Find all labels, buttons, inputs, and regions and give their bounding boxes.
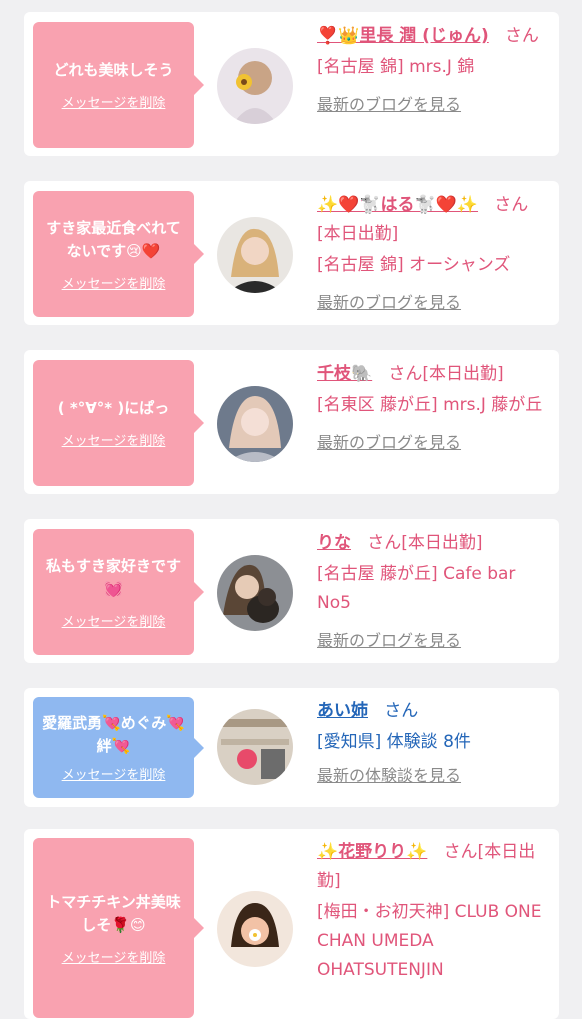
avatar[interactable] <box>217 48 293 124</box>
message-card: 私もすき家好きです💓 メッセージを削除 りな さん[本日出勤] [名古屋 藤が丘… <box>24 519 559 663</box>
latest-blog-link[interactable]: 最新のブログを見る <box>317 90 549 119</box>
delete-message-link[interactable]: メッセージを削除 <box>62 611 166 630</box>
message-text: ( *°∀°* )にぱっ <box>57 399 170 417</box>
shop-info: [名古屋 錦] mrs.J 錦 <box>317 57 475 77</box>
message-card: トマチチキン丼美味しそ🌹😊 メッセージを削除 ✨花野りり✨ さん[本日出勤] [… <box>24 829 559 1019</box>
cast-suffix: さん <box>384 701 419 721</box>
delete-message-link[interactable]: メッセージを削除 <box>62 764 166 783</box>
avatar[interactable] <box>217 555 293 631</box>
cast-info: ✨❤️🐩はる🐩❤️✨ さん[本日出勤] [名古屋 錦] オーシャンズ 最新のブロ… <box>317 191 549 317</box>
delete-message-link[interactable]: メッセージを削除 <box>62 947 166 966</box>
woman-with-dog-icon <box>217 555 293 631</box>
cast-name-link[interactable]: あい姉 <box>317 701 368 721</box>
delete-message-link[interactable]: メッセージを削除 <box>62 430 166 449</box>
store-shelves-photo-icon <box>217 709 293 785</box>
shop-info: [名古屋 錦] オーシャンズ <box>317 255 511 275</box>
cast-name-link[interactable]: ✨❤️🐩はる🐩❤️✨ <box>317 195 478 215</box>
message-text: 私もすき家好きです💓 <box>45 556 181 598</box>
latest-blog-link[interactable]: 最新のブログを見る <box>317 288 549 317</box>
message-card: ( *°∀°* )にぱっ メッセージを削除 千枝🐘 さん[本日出勤] [名東区 … <box>24 350 559 494</box>
cast-name-link[interactable]: りな <box>317 533 351 553</box>
message-card: 愛羅武勇💘めぐみ💘絆💘 メッセージを削除 あい姉 さん [愛知県] 体験談 8件… <box>24 688 559 807</box>
message-card: どれも美味しそう メッセージを削除 ❣️👑里長 潤 (じゅん) さん [名古屋 … <box>24 12 559 156</box>
message-bubble: ( *°∀°* )にぱっ メッセージを削除 <box>33 360 204 486</box>
message-bubble: 愛羅武勇💘めぐみ💘絆💘 メッセージを削除 <box>33 697 204 798</box>
cast-suffix: さん <box>504 26 539 46</box>
shop-info: [名東区 藤が丘] mrs.J 藤が丘 <box>317 395 543 415</box>
message-bubble: どれも美味しそう メッセージを削除 <box>33 22 204 148</box>
avatar[interactable] <box>217 709 293 785</box>
message-text: すき家最近食べれてないです😢❤️ <box>46 218 181 260</box>
cast-name-link[interactable]: 千枝🐘 <box>317 364 372 384</box>
avatar[interactable] <box>217 386 293 462</box>
cast-info: りな さん[本日出勤] [名古屋 藤が丘] Cafe bar No5 最新のブロ… <box>317 529 549 655</box>
cast-suffix: さん[本日出勤] <box>388 364 504 384</box>
shop-info: [梅田・お初天神] CLUB ONE CHAN UMEDA OHATSUTENJ… <box>317 902 542 980</box>
message-text: 愛羅武勇💘めぐみ💘絆💘 <box>42 714 185 755</box>
woman-portrait-flower-face-icon <box>217 891 293 967</box>
message-text: どれも美味しそう <box>53 61 174 79</box>
shop-info: [愛知県] 体験談 8件 <box>317 732 471 752</box>
cast-info: 千枝🐘 さん[本日出勤] [名東区 藤が丘] mrs.J 藤が丘 最新のブログを… <box>317 360 549 457</box>
delete-message-link[interactable]: メッセージを削除 <box>62 273 166 292</box>
cast-name-link[interactable]: ❣️👑里長 潤 (じゅん) <box>317 26 489 46</box>
woman-portrait-light-icon <box>217 386 293 462</box>
message-bubble: トマチチキン丼美味しそ🌹😊 メッセージを削除 <box>33 838 204 1018</box>
latest-review-link[interactable]: 最新の体験談を見る <box>317 761 549 790</box>
avatar[interactable] <box>217 217 293 293</box>
woman-portrait-blonde-icon <box>217 217 293 293</box>
latest-blog-link[interactable]: 最新のブログを見る <box>317 626 549 655</box>
latest-blog-link[interactable]: 最新のブログを見る <box>317 428 549 457</box>
woman-portrait-sunflower-icon <box>217 48 293 124</box>
avatar[interactable] <box>217 891 293 967</box>
message-bubble: すき家最近食べれてないです😢❤️ メッセージを削除 <box>33 191 204 317</box>
message-text: トマチチキン丼美味しそ🌹😊 <box>46 892 181 934</box>
cast-info: ✨花野りり✨ さん[本日出勤] [梅田・お初天神] CLUB ONE CHAN … <box>317 838 549 985</box>
cast-name-link[interactable]: ✨花野りり✨ <box>317 842 427 862</box>
message-card: すき家最近食べれてないです😢❤️ メッセージを削除 ✨❤️🐩はる🐩❤️✨ さん[… <box>24 181 559 325</box>
delete-message-link[interactable]: メッセージを削除 <box>62 92 166 111</box>
cast-info: ❣️👑里長 潤 (じゅん) さん [名古屋 錦] mrs.J 錦 最新のブログを… <box>317 22 549 119</box>
cast-suffix: さん[本日出勤] <box>367 533 483 553</box>
message-bubble: 私もすき家好きです💓 メッセージを削除 <box>33 529 204 655</box>
shop-info: [名古屋 藤が丘] Cafe bar No5 <box>317 564 516 613</box>
cast-info: あい姉 さん [愛知県] 体験談 8件 最新の体験談を見る <box>317 697 549 790</box>
